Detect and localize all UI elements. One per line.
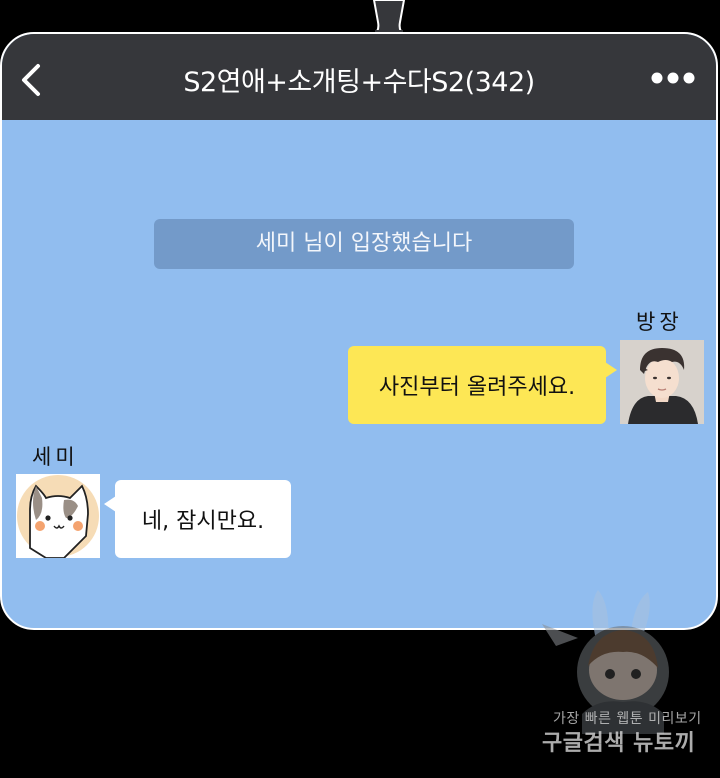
sender-name-host: 방장: [636, 310, 683, 334]
more-horizontal-icon[interactable]: [650, 70, 696, 86]
speech-bubble-tail: [372, 0, 406, 36]
chat-window: S2연애+소개팅+수다S2(342) 세미 님이 입장했습니다 방장 사진부터 …: [0, 32, 718, 630]
system-message: 세미 님이 입장했습니다: [154, 219, 574, 269]
message-bubble-incoming[interactable]: 네, 잠시만요.: [115, 480, 291, 558]
chat-header: S2연애+소개팅+수다S2(342): [2, 34, 716, 120]
bubble-tail-outgoing: [605, 362, 617, 378]
avatar-semi[interactable]: [16, 474, 100, 558]
watermark-line-2: 구글검색 뉴토끼: [542, 731, 696, 756]
message-text: 사진부터 올려주세요.: [378, 375, 576, 400]
avatar-host[interactable]: [620, 340, 704, 424]
message-bubble-outgoing[interactable]: 사진부터 올려주세요.: [348, 346, 606, 424]
message-text: 네, 잠시만요.: [141, 509, 265, 534]
sender-name-semi: 세미: [32, 445, 79, 469]
chat-title: S2연애+소개팅+수다S2(342): [183, 67, 535, 98]
